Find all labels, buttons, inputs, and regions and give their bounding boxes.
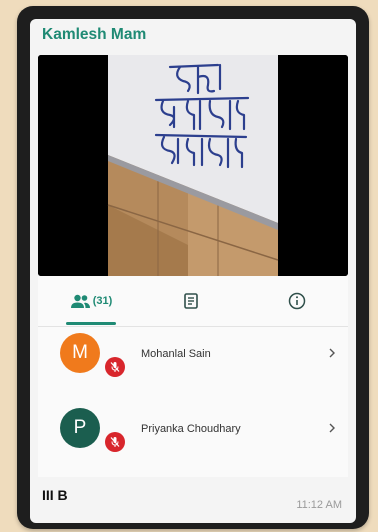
video-frame-image bbox=[38, 55, 348, 276]
message-timestamp: 11:12 AM bbox=[296, 499, 342, 511]
participant-count: (31) bbox=[92, 295, 113, 307]
participant-name: Mohanlal Sain bbox=[141, 348, 211, 360]
mic-muted-icon bbox=[105, 357, 125, 377]
notes-icon bbox=[184, 293, 198, 309]
tab-bar: (31) bbox=[38, 276, 348, 327]
chevron-right-icon bbox=[329, 348, 335, 358]
participant-row[interactable]: M Mohanlal Sain bbox=[38, 327, 348, 402]
group-label: III B bbox=[42, 487, 68, 503]
avatar: P bbox=[60, 408, 100, 448]
meeting-title: Kamlesh Mam bbox=[42, 26, 147, 43]
video-feed[interactable] bbox=[38, 55, 348, 276]
participant-name: Priyanka Choudhary bbox=[141, 423, 241, 435]
tab-participants[interactable]: (31) bbox=[54, 276, 129, 326]
tab-notes[interactable] bbox=[156, 276, 226, 326]
mic-muted-icon bbox=[105, 432, 125, 452]
people-icon bbox=[70, 294, 90, 308]
avatar: M bbox=[60, 333, 100, 373]
selected-tab-indicator bbox=[66, 322, 116, 325]
info-icon bbox=[288, 292, 306, 310]
chevron-right-icon bbox=[329, 423, 335, 433]
participant-row[interactable]: P Priyanka Choudhary bbox=[38, 402, 348, 477]
chat-card: Kamlesh Mam (31) M Mohanlal Sain P Priya… bbox=[30, 19, 356, 523]
tab-info[interactable] bbox=[262, 276, 332, 326]
